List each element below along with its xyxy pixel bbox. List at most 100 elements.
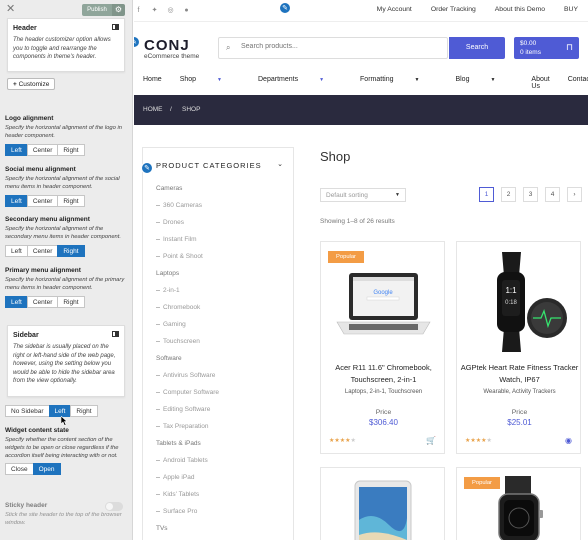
primary-menu-alignment-label: Primary menu alignment bbox=[5, 267, 81, 274]
page-3[interactable]: 3 bbox=[523, 187, 538, 202]
sticky-header-toggle[interactable] bbox=[105, 502, 123, 511]
search-input[interactable] bbox=[241, 43, 441, 50]
product-categories: Laptops, 2-in-1, Touchscreen bbox=[344, 389, 423, 395]
primary-menu-alignment-section: Primary menu alignment Specify the horiz… bbox=[5, 267, 129, 308]
publish-button[interactable]: Publish bbox=[82, 4, 112, 16]
social-menu: f ✦ ◎ ● bbox=[134, 6, 191, 15]
edit-shortcut-icon[interactable]: ✎ bbox=[134, 36, 140, 48]
breadcrumb-separator: / bbox=[170, 106, 172, 113]
social-align-right-button[interactable]: Right bbox=[57, 194, 85, 207]
category-subitem[interactable]: 2-in-1 bbox=[156, 287, 180, 294]
secondary-align-left-button[interactable]: Left bbox=[5, 244, 28, 257]
secondary-align-right-button[interactable]: Right bbox=[57, 244, 85, 257]
cart-icon[interactable]: 🛒 bbox=[426, 436, 436, 445]
top-link-about-demo[interactable]: About this Demo bbox=[495, 6, 545, 13]
logo-align-center-button[interactable]: Center bbox=[26, 143, 59, 156]
sort-select[interactable]: Default sorting ▼ bbox=[320, 188, 406, 202]
edit-shortcut-icon[interactable]: ✎ bbox=[279, 2, 291, 14]
category-label: Software bbox=[156, 355, 182, 362]
breadcrumb-shop: SHOP bbox=[182, 106, 201, 113]
primary-align-left-button[interactable]: Left bbox=[5, 295, 28, 308]
category-subitem[interactable]: Touchscreen bbox=[156, 338, 200, 345]
category-label: Antivirus Software bbox=[163, 372, 216, 379]
logo-align-left-button[interactable]: Left bbox=[5, 143, 28, 156]
category-subitem[interactable]: Android Tablets bbox=[156, 457, 208, 464]
category-subitem[interactable]: Chromebook bbox=[156, 304, 200, 311]
facebook-icon[interactable]: f bbox=[134, 6, 143, 15]
category-subitem[interactable]: Drones bbox=[156, 219, 184, 226]
category-subitem[interactable]: Antivirus Software bbox=[156, 372, 215, 379]
primary-align-center-button[interactable]: Center bbox=[26, 295, 59, 308]
primary-align-right-button[interactable]: Right bbox=[57, 295, 85, 308]
instagram-icon[interactable]: ◎ bbox=[166, 6, 175, 15]
category-subitem[interactable]: 360 Cameras bbox=[156, 202, 202, 209]
nav-blog[interactable]: Blog ▼ bbox=[455, 76, 513, 90]
nav-shop-label: Shop bbox=[179, 76, 197, 83]
nav-departments[interactable]: Departments ▼ bbox=[258, 76, 342, 90]
nav-shop[interactable]: Shop ▼ bbox=[180, 76, 240, 90]
category-label: Apple iPad bbox=[163, 474, 195, 481]
logo-align-right-button[interactable]: Right bbox=[57, 143, 85, 156]
widget-close-button[interactable]: Close bbox=[5, 463, 34, 476]
product-title[interactable]: Acer R11 11.6" Chromebook, Touchscreen, … bbox=[321, 362, 446, 386]
category-item[interactable]: TVs bbox=[156, 525, 168, 532]
nav-home[interactable]: Home bbox=[143, 76, 162, 90]
social-menu-alignment-control: Left Center Right bbox=[5, 194, 129, 207]
category-subitem[interactable]: Apple iPad bbox=[156, 474, 194, 481]
social-align-center-button[interactable]: Center bbox=[26, 194, 59, 207]
category-item[interactable]: Tablets & iPads bbox=[156, 440, 201, 447]
no-sidebar-button[interactable]: No Sidebar bbox=[5, 405, 50, 417]
page-1[interactable]: 1 bbox=[479, 187, 494, 202]
eye-icon[interactable]: ◉ bbox=[565, 436, 572, 445]
page-4[interactable]: 4 bbox=[545, 187, 560, 202]
product-price: $25.01 bbox=[507, 418, 532, 427]
twitter-icon[interactable]: ✦ bbox=[150, 6, 159, 15]
cart-button[interactable]: $0.00 0 items ⊓ bbox=[514, 37, 579, 59]
github-icon[interactable]: ● bbox=[182, 6, 191, 15]
product-categories: Wearable, Activity Trackers bbox=[483, 389, 556, 395]
nav-contact[interactable]: Contact bbox=[568, 76, 588, 90]
search-button[interactable]: Search bbox=[449, 37, 505, 59]
search-icon: ⌕ bbox=[226, 43, 231, 52]
category-subitem[interactable]: Surface Pro bbox=[156, 508, 197, 515]
nav-formatting[interactable]: Formatting ▼ bbox=[360, 76, 437, 90]
product-card[interactable]: 1:1 0:18 AGPtek Heart Rate Fitness Track… bbox=[456, 241, 581, 454]
customize-button[interactable]: + Customize bbox=[7, 78, 56, 90]
category-subitem[interactable]: Instant Film bbox=[156, 236, 197, 243]
category-item[interactable]: Software bbox=[156, 355, 182, 362]
category-subitem[interactable]: Editing Software bbox=[156, 406, 210, 413]
category-label: Android Tablets bbox=[163, 457, 208, 464]
sidebar-right-button[interactable]: Right bbox=[70, 405, 98, 417]
indent-dash bbox=[156, 408, 160, 410]
product-card[interactable]: Popular bbox=[456, 467, 581, 540]
product-card[interactable]: Popular Google Acer R11 11.6" Chromebook… bbox=[320, 241, 445, 454]
logo-alignment-label: Logo alignment bbox=[5, 115, 54, 122]
category-label: Kids' Tablets bbox=[163, 491, 200, 498]
gear-icon[interactable]: ⚙ bbox=[112, 4, 125, 16]
social-align-left-button[interactable]: Left bbox=[5, 194, 28, 207]
top-link-order-tracking[interactable]: Order Tracking bbox=[431, 6, 476, 13]
top-link-my-account[interactable]: My Account bbox=[377, 6, 412, 13]
top-link-buy[interactable]: BUY bbox=[564, 6, 578, 13]
page-next[interactable]: › bbox=[567, 187, 582, 202]
chevron-down-icon[interactable]: ⌄ bbox=[277, 160, 283, 168]
category-subitem[interactable]: Point & Shoot bbox=[156, 253, 203, 260]
close-icon[interactable]: ✕ bbox=[6, 3, 18, 15]
edit-shortcut-icon[interactable]: ✎ bbox=[141, 162, 153, 174]
nav-about-us[interactable]: About Us bbox=[531, 76, 549, 90]
category-label: Instant Film bbox=[163, 236, 197, 243]
breadcrumb-home[interactable]: HOME bbox=[143, 106, 163, 113]
secondary-align-center-button[interactable]: Center bbox=[26, 244, 59, 257]
site-logo[interactable]: CONJ bbox=[144, 37, 190, 54]
category-item[interactable]: Laptops bbox=[156, 270, 179, 277]
category-subitem[interactable]: Tax Preparation bbox=[156, 423, 209, 430]
product-title[interactable]: AGPtek Heart Rate Fitness Tracker Watch,… bbox=[457, 362, 582, 386]
page-2[interactable]: 2 bbox=[501, 187, 516, 202]
category-subitem[interactable]: Kids' Tablets bbox=[156, 491, 199, 498]
category-subitem[interactable]: Gaming bbox=[156, 321, 186, 328]
layout-icon bbox=[112, 24, 119, 30]
category-item[interactable]: Cameras bbox=[156, 185, 182, 192]
widget-open-button[interactable]: Open bbox=[32, 463, 61, 476]
category-subitem[interactable]: Computer Software bbox=[156, 389, 219, 396]
product-card[interactable] bbox=[320, 467, 445, 540]
